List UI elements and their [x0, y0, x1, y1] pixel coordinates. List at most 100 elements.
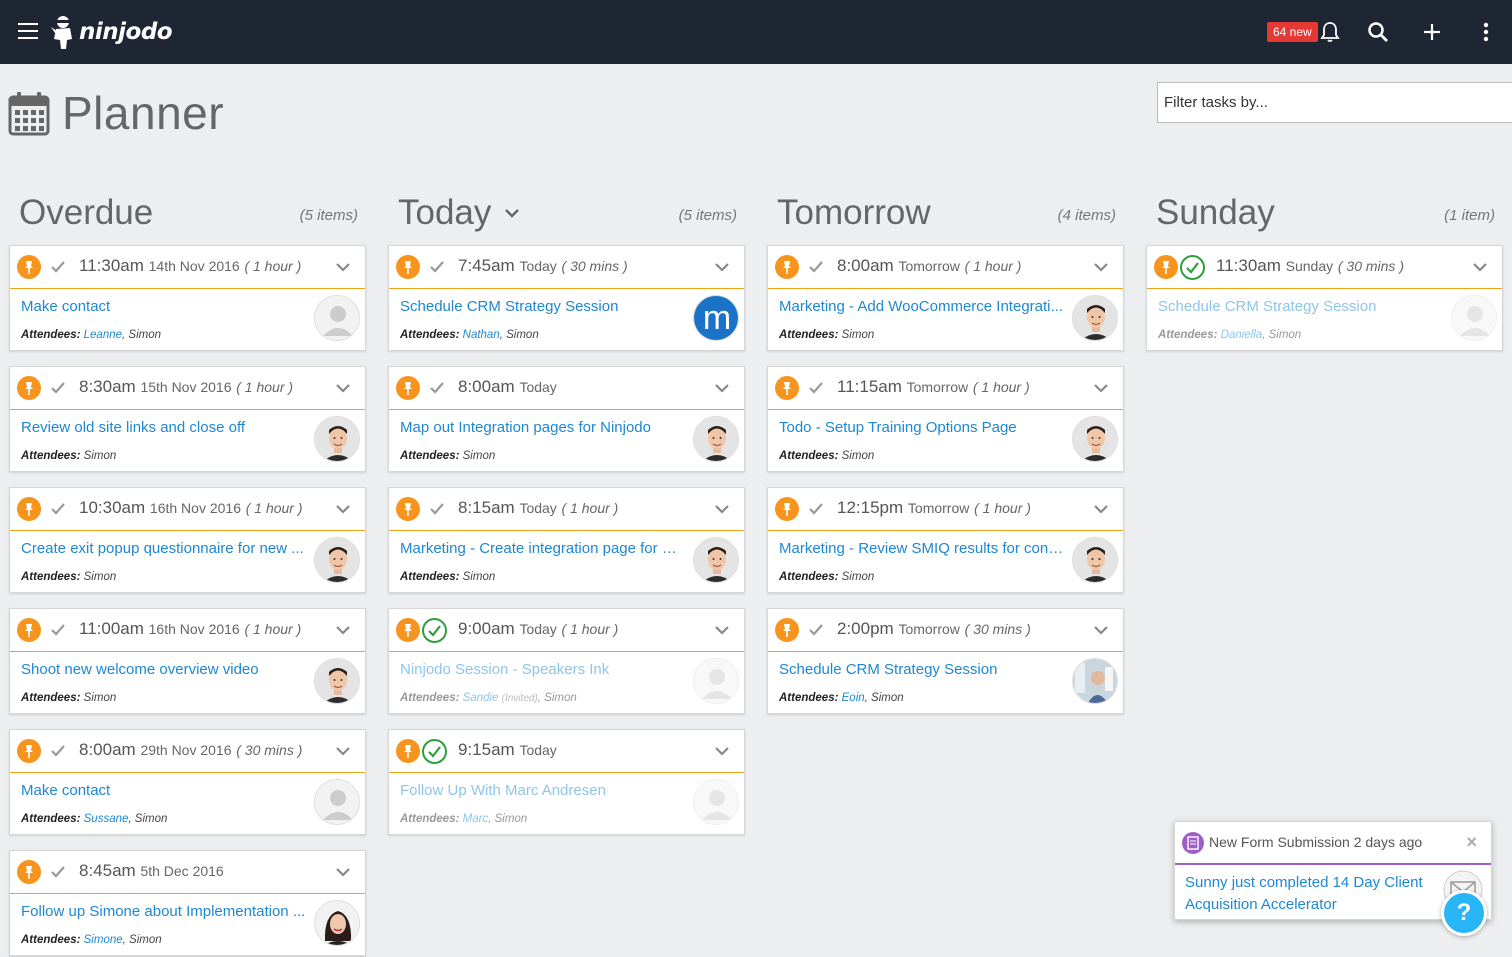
check-icon[interactable]	[808, 380, 824, 396]
pin-icon[interactable]	[17, 618, 41, 642]
avatar[interactable]	[1451, 295, 1497, 341]
task-title-link[interactable]: Todo - Setup Training Options Page	[779, 419, 1064, 436]
task-card[interactable]: 10:30am 16th Nov 2016 ( 1 hour ) Create e…	[9, 487, 366, 593]
help-button[interactable]: ?	[1441, 890, 1487, 936]
task-card[interactable]: 11:30am 14th Nov 2016 ( 1 hour ) Make con…	[9, 245, 366, 351]
check-icon[interactable]	[808, 622, 824, 638]
attendee-link[interactable]: Eoin	[842, 692, 865, 704]
avatar[interactable]	[314, 900, 360, 946]
task-title-link[interactable]: Schedule CRM Strategy Session	[400, 298, 685, 315]
hamburger-menu-icon[interactable]	[18, 23, 38, 39]
task-card[interactable]: 8:00am 29th Nov 2016 ( 30 mins ) Make con…	[9, 729, 366, 835]
task-title-link[interactable]: Follow up Simone about Implementation ..…	[21, 903, 306, 920]
task-card[interactable]: 8:00am Tomorrow ( 1 hour ) Marketing - Ad…	[767, 245, 1124, 351]
chevron-down-icon[interactable]	[335, 503, 351, 515]
task-title-link[interactable]: Schedule CRM Strategy Session	[1158, 298, 1443, 315]
attendee-link[interactable]: Marc	[463, 813, 489, 825]
chevron-down-icon[interactable]	[1093, 261, 1109, 273]
task-card[interactable]: 9:00am Today ( 1 hour ) Ninjodo Session -…	[388, 608, 745, 714]
chevron-down-icon[interactable]	[335, 866, 351, 878]
notifications-badge[interactable]: 64 new	[1267, 22, 1318, 42]
pin-icon[interactable]	[17, 376, 41, 400]
task-title-link[interactable]: Make contact	[21, 782, 306, 799]
completed-check-icon[interactable]	[422, 739, 447, 764]
task-title-link[interactable]: Schedule CRM Strategy Session	[779, 661, 1064, 678]
pin-icon[interactable]	[17, 255, 41, 279]
pin-icon[interactable]	[396, 255, 420, 279]
pin-icon[interactable]	[396, 739, 420, 763]
pin-icon[interactable]	[17, 860, 41, 884]
avatar[interactable]	[693, 779, 739, 825]
task-title-link[interactable]: Ninjodo Session - Speakers Ink	[400, 661, 685, 678]
attendee-link[interactable]: Simone	[84, 934, 123, 946]
task-card[interactable]: 7:45am Today ( 30 mins ) Schedule CRM Str…	[388, 245, 745, 351]
search-icon[interactable]	[1366, 20, 1390, 44]
task-title-link[interactable]: Shoot new welcome overview video	[21, 661, 306, 678]
avatar[interactable]	[693, 537, 739, 583]
notification-message[interactable]: Sunny just completed 14 Day Client Acqui…	[1185, 872, 1435, 916]
pin-icon[interactable]	[17, 739, 41, 763]
chevron-down-icon[interactable]	[335, 745, 351, 757]
task-card[interactable]: 8:15am Today ( 1 hour ) Marketing - Creat…	[388, 487, 745, 593]
task-title-link[interactable]: Map out Integration pages for Ninjodo	[400, 419, 685, 436]
avatar[interactable]	[314, 779, 360, 825]
check-icon[interactable]	[429, 259, 445, 275]
check-icon[interactable]	[429, 501, 445, 517]
pin-icon[interactable]	[775, 255, 799, 279]
avatar[interactable]	[314, 295, 360, 341]
pin-icon[interactable]	[396, 618, 420, 642]
task-card[interactable]: 8:30am 15th Nov 2016 ( 1 hour ) Review ol…	[9, 366, 366, 472]
task-card[interactable]: 8:45am 5th Dec 2016 Follow up Simone abou…	[9, 850, 366, 956]
check-icon[interactable]	[50, 380, 66, 396]
avatar[interactable]	[693, 658, 739, 704]
filter-tasks-input[interactable]	[1157, 82, 1512, 123]
chevron-down-icon[interactable]	[503, 204, 521, 222]
chevron-down-icon[interactable]	[1093, 624, 1109, 636]
ninjodo-logo[interactable]: ninjodo	[48, 12, 173, 52]
avatar[interactable]	[314, 658, 360, 704]
chevron-down-icon[interactable]	[335, 382, 351, 394]
chevron-down-icon[interactable]	[335, 261, 351, 273]
pin-icon[interactable]	[775, 376, 799, 400]
chevron-down-icon[interactable]	[1093, 503, 1109, 515]
avatar[interactable]	[314, 537, 360, 583]
check-icon[interactable]	[50, 622, 66, 638]
chevron-down-icon[interactable]	[714, 503, 730, 515]
chevron-down-icon[interactable]	[714, 382, 730, 394]
task-card[interactable]: 11:15am Tomorrow ( 1 hour ) Todo - Setup …	[767, 366, 1124, 472]
pin-icon[interactable]	[1154, 255, 1178, 279]
check-icon[interactable]	[808, 501, 824, 517]
check-icon[interactable]	[50, 864, 66, 880]
check-icon[interactable]	[429, 380, 445, 396]
task-title-link[interactable]: Marketing - Create integration page for …	[400, 540, 685, 557]
avatar[interactable]	[1072, 537, 1118, 583]
attendee-link[interactable]: Nathan	[463, 329, 500, 341]
avatar[interactable]	[1072, 416, 1118, 462]
task-card[interactable]: 11:00am 16th Nov 2016 ( 1 hour ) Shoot ne…	[9, 608, 366, 714]
column-title[interactable]: Today	[398, 193, 521, 233]
task-title-link[interactable]: Create exit popup questionnaire for new …	[21, 540, 306, 557]
task-title-link[interactable]: Review old site links and close off	[21, 419, 306, 436]
pin-icon[interactable]	[17, 497, 41, 521]
task-card[interactable]: 8:00am Today Map out Integration pages fo…	[388, 366, 745, 472]
chevron-down-icon[interactable]	[335, 624, 351, 636]
chevron-down-icon[interactable]	[1472, 261, 1488, 273]
pin-icon[interactable]	[775, 497, 799, 521]
avatar[interactable]: m	[693, 295, 739, 341]
add-icon[interactable]	[1420, 20, 1444, 44]
attendee-link[interactable]: Daniella	[1221, 329, 1263, 341]
chevron-down-icon[interactable]	[1093, 382, 1109, 394]
task-title-link[interactable]: Marketing - Review SMIQ results for cont…	[779, 540, 1064, 557]
avatar[interactable]	[314, 416, 360, 462]
close-icon[interactable]: ×	[1466, 832, 1477, 853]
task-card[interactable]: 2:00pm Tomorrow ( 30 mins ) Schedule CRM …	[767, 608, 1124, 714]
task-card[interactable]: 12:15pm Tomorrow ( 1 hour ) Marketing - R…	[767, 487, 1124, 593]
completed-check-icon[interactable]	[422, 618, 447, 643]
task-card[interactable]: 11:30am Sunday ( 30 mins ) Schedule CRM S…	[1146, 245, 1503, 351]
check-icon[interactable]	[808, 259, 824, 275]
pin-icon[interactable]	[775, 618, 799, 642]
check-icon[interactable]	[50, 743, 66, 759]
task-title-link[interactable]: Make contact	[21, 298, 306, 315]
more-vertical-icon[interactable]	[1474, 20, 1498, 44]
chevron-down-icon[interactable]	[714, 745, 730, 757]
